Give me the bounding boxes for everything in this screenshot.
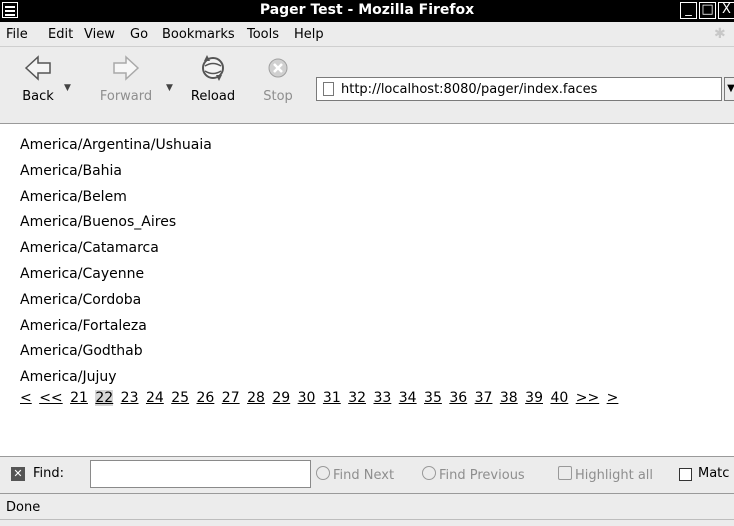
page-link[interactable]: 24 — [146, 390, 164, 406]
list-item: America/Bahia — [20, 162, 122, 179]
page-link[interactable]: 38 — [500, 390, 518, 406]
page-link[interactable]: 28 — [247, 390, 265, 406]
navigation-toolbar: Back ▼ Forward ▼ Reload Stop ▼ — [0, 47, 734, 124]
highlight-icon — [558, 466, 572, 480]
page-link[interactable]: 33 — [373, 390, 391, 406]
list-item: America/Godthab — [20, 343, 143, 360]
find-previous-button[interactable]: Find Previous — [422, 466, 525, 483]
list-item: America/Cordoba — [20, 291, 142, 308]
menu-edit[interactable]: Edit — [48, 27, 73, 42]
page-link[interactable]: 27 — [222, 390, 240, 406]
find-next-button[interactable]: Find Next — [316, 466, 394, 483]
find-previous-icon — [422, 466, 436, 480]
maximize-icon[interactable]: □ — [699, 2, 716, 19]
forward-button[interactable]: Forward — [92, 51, 160, 104]
menu-help[interactable]: Help — [294, 27, 324, 42]
url-dropdown-icon[interactable]: ▼ — [724, 77, 734, 101]
back-history-dropdown-icon[interactable]: ▼ — [64, 83, 71, 93]
close-find-bar-icon[interactable]: ✕ — [11, 467, 25, 481]
status-bar: Done — [0, 493, 734, 520]
highlight-all-button[interactable]: Highlight all — [558, 466, 653, 483]
page-link[interactable]: 37 — [475, 390, 493, 406]
page-link[interactable]: 32 — [348, 390, 366, 406]
menu-bookmarks[interactable]: Bookmarks — [162, 27, 235, 42]
window-title: Pager Test - Mozilla Firefox — [259, 2, 475, 18]
highlight-all-label: Highlight all — [575, 468, 654, 483]
list-item: America/Catamarca — [20, 240, 159, 257]
page-link[interactable]: 26 — [197, 390, 215, 406]
back-arrow-icon — [24, 55, 51, 81]
stop-icon — [268, 58, 288, 78]
find-next-icon — [316, 466, 330, 480]
title-bar: Pager Test - Mozilla Firefox _ □ X — [0, 0, 734, 22]
pager-next-block-link[interactable]: >> — [576, 390, 599, 406]
pager-last-link[interactable]: > — [607, 390, 619, 406]
match-case-checkbox[interactable] — [679, 468, 692, 481]
page-link[interactable]: 39 — [525, 390, 543, 406]
reload-icon — [202, 55, 224, 81]
menu-tools[interactable]: Tools — [247, 27, 279, 42]
stop-label: Stop — [263, 89, 293, 104]
reload-button[interactable]: Reload — [184, 51, 242, 104]
page-link-current[interactable]: 22 — [95, 390, 114, 406]
page-link[interactable]: 36 — [449, 390, 467, 406]
forward-label: Forward — [99, 89, 153, 104]
forward-arrow-icon — [113, 55, 140, 81]
find-input[interactable] — [90, 460, 311, 488]
page-link[interactable]: 23 — [121, 390, 139, 406]
page-link[interactable]: 30 — [298, 390, 316, 406]
throbber-icon: ✱ — [714, 26, 726, 42]
page-link[interactable]: 29 — [272, 390, 290, 406]
address-bar[interactable] — [316, 77, 722, 101]
minimize-icon[interactable]: _ — [680, 2, 697, 19]
page-link[interactable]: 35 — [424, 390, 442, 406]
page-link[interactable]: 34 — [399, 390, 417, 406]
back-label: Back — [22, 89, 54, 104]
menu-view[interactable]: View — [84, 27, 115, 42]
pager-previous-block-link[interactable]: << — [39, 390, 62, 406]
page-link[interactable]: 25 — [171, 390, 189, 406]
url-input[interactable] — [341, 80, 711, 98]
page-link[interactable]: 40 — [550, 390, 568, 406]
menu-go[interactable]: Go — [130, 27, 148, 42]
find-next-label: Find Next — [333, 468, 395, 483]
timezone-list: America/Argentina/Ushuaia America/Bahia … — [20, 136, 212, 394]
list-item: America/Belem — [20, 188, 127, 205]
back-button[interactable]: Back — [16, 51, 60, 104]
page-link[interactable]: 21 — [70, 390, 88, 406]
page-content: America/Argentina/Ushuaia America/Bahia … — [0, 124, 734, 454]
pager-first-link[interactable]: < — [20, 390, 32, 406]
close-icon[interactable]: X — [718, 2, 734, 19]
forward-history-dropdown-icon[interactable]: ▼ — [166, 83, 173, 93]
list-item: America/Cayenne — [20, 265, 145, 282]
page-link[interactable]: 31 — [323, 390, 341, 406]
page-icon — [323, 82, 334, 96]
find-previous-label: Find Previous — [439, 468, 525, 483]
menu-bar: File Edit View Go Bookmarks Tools Help ✱ — [0, 22, 734, 47]
reload-label: Reload — [190, 89, 236, 104]
match-case-label: Matc — [698, 466, 730, 481]
menu-file[interactable]: File — [6, 27, 28, 42]
list-item: America/Fortaleza — [20, 317, 147, 334]
pager: < << 21 22 23 24 25 26 27 28 29 30 31 32… — [20, 390, 621, 406]
status-text: Done — [6, 500, 41, 515]
find-bar: ✕ Find: Find Next Find Previous Highligh… — [0, 456, 734, 493]
find-label: Find: — [33, 466, 65, 481]
stop-button[interactable]: Stop — [258, 51, 298, 104]
list-item: America/Buenos_Aires — [20, 214, 177, 231]
list-item: America/Argentina/Ushuaia — [20, 137, 212, 153]
